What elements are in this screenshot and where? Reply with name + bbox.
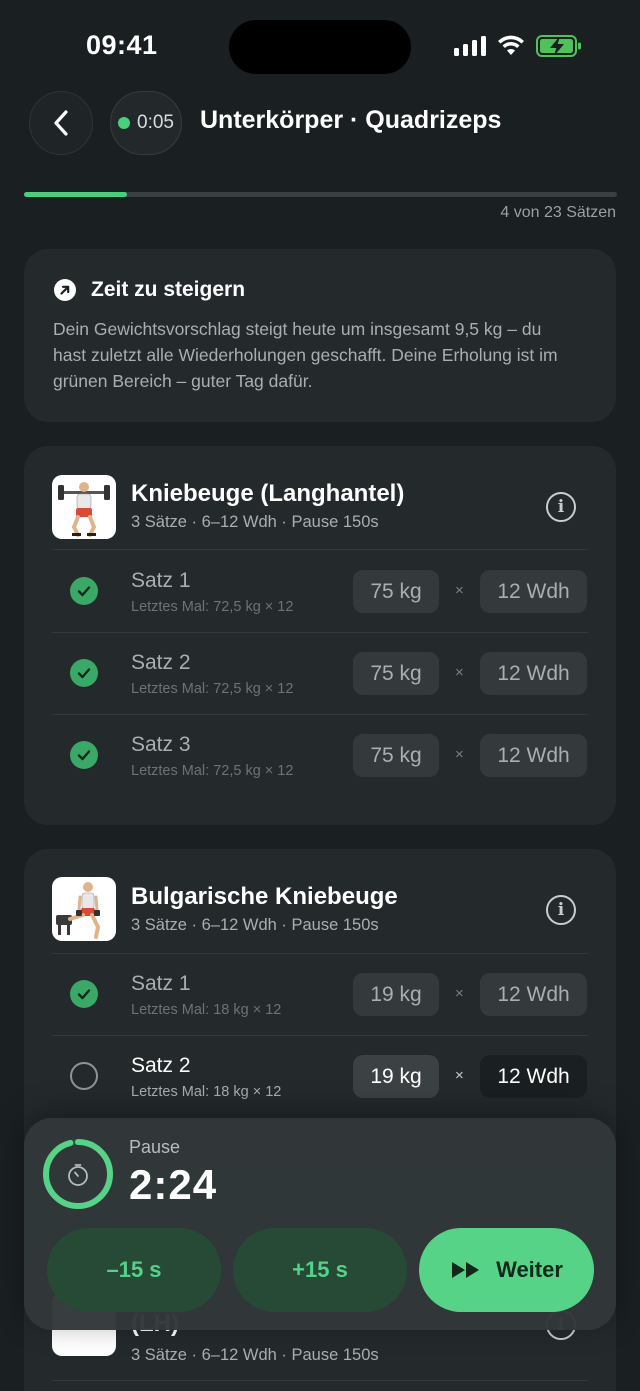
suggestion-title: Zeit zu steigern: [91, 278, 246, 301]
exercise-thumbnail: [52, 877, 116, 941]
set-label: Satz 1: [131, 972, 191, 995]
set-row[interactable]: Satz 3 Letztes Mal: 72,5 kg × 12 75 kg ×…: [24, 714, 616, 796]
exercise-name: Bulgarische Kniebeuge: [131, 883, 398, 910]
info-icon: i: [557, 497, 565, 517]
weight-field[interactable]: 19 kg: [353, 973, 439, 1016]
minus-15s-button[interactable]: –15 s: [47, 1228, 221, 1312]
set-open-circle-icon[interactable]: [70, 1062, 98, 1090]
set-label: Satz 1: [131, 569, 191, 592]
arrow-up-right-icon: [54, 279, 76, 301]
times-separator: ×: [455, 582, 464, 599]
set-last-time: Letztes Mal: 72,5 kg × 12: [131, 763, 294, 779]
set-done-checkmark-icon[interactable]: [70, 659, 98, 687]
status-time: 09:41: [86, 30, 158, 60]
wifi-icon: [498, 35, 524, 55]
status-bar: 09:41: [0, 0, 640, 90]
exercise-meta: 3 Sätze · 6–12 Wdh · Pause 150s: [131, 916, 379, 934]
workout-progress-bar: [24, 192, 617, 197]
back-button[interactable]: [29, 91, 93, 155]
elapsed-time: 0:05: [137, 112, 174, 133]
divider: [52, 1380, 588, 1381]
progress-label: 4 von 23 Sätzen: [500, 204, 616, 221]
set-done-checkmark-icon[interactable]: [70, 741, 98, 769]
set-last-time: Letztes Mal: 18 kg × 12: [131, 1002, 282, 1018]
set-last-time: Letztes Mal: 72,5 kg × 12: [131, 681, 294, 697]
set-row[interactable]: Satz 2 Letztes Mal: 72,5 kg × 12 75 kg ×…: [24, 632, 616, 714]
continue-button[interactable]: Weiter: [419, 1228, 594, 1312]
page-title: Unterkörper · Quadrizeps: [200, 106, 502, 134]
times-separator: ×: [455, 746, 464, 763]
suggestion-card: Zeit zu steigern Dein Gewichtsvorschlag …: [24, 249, 616, 422]
progress-fill: [24, 192, 128, 197]
battery-charging-icon: [536, 35, 581, 57]
stopwatch-icon: [68, 1164, 88, 1186]
plus-15s-button[interactable]: +15 s: [233, 1228, 407, 1312]
exercise-info-button[interactable]: i: [546, 492, 576, 522]
weight-field[interactable]: 75 kg: [353, 652, 439, 695]
times-separator: ×: [455, 1067, 464, 1084]
reps-field[interactable]: 12 Wdh: [480, 652, 587, 695]
set-done-checkmark-icon[interactable]: [70, 980, 98, 1008]
set-label: Satz 2: [131, 1054, 191, 1077]
info-icon: i: [557, 900, 565, 920]
set-row[interactable]: Satz 1 Letztes Mal: 18 kg × 12 19 kg × 1…: [24, 953, 616, 1035]
rest-timer-panel: Pause 2:24 –15 s +15 s Weiter: [24, 1118, 616, 1330]
recording-dot-icon: [118, 117, 130, 129]
elapsed-timer[interactable]: 0:05: [110, 91, 182, 155]
dynamic-island: [229, 20, 411, 74]
set-label: Satz 3: [131, 733, 191, 756]
weight-field[interactable]: 75 kg: [353, 570, 439, 613]
set-last-time: Letztes Mal: 18 kg × 12: [131, 1084, 282, 1100]
reps-field[interactable]: 12 Wdh: [480, 973, 587, 1016]
exercise-meta: 3 Sätze · 6–12 Wdh · Pause 150s: [131, 1346, 379, 1364]
rest-progress-ring: [43, 1139, 113, 1209]
set-last-time: Letztes Mal: 72,5 kg × 12: [131, 599, 294, 615]
cellular-signal-icon: [454, 36, 486, 56]
exercise-card: Kniebeuge (Langhantel) 3 Sätze · 6–12 Wd…: [24, 446, 616, 825]
exercise-meta: 3 Sätze · 6–12 Wdh · Pause 150s: [131, 513, 379, 531]
times-separator: ×: [455, 985, 464, 1002]
set-row-active[interactable]: Satz 2 Letztes Mal: 18 kg × 12 19 kg × 1…: [24, 1035, 616, 1117]
rest-label: Pause: [129, 1137, 181, 1157]
reps-field[interactable]: 12 Wdh: [480, 734, 587, 777]
exercise-thumbnail: [52, 475, 116, 539]
fast-forward-icon: [452, 1262, 480, 1278]
weight-field[interactable]: 75 kg: [353, 734, 439, 777]
suggestion-text: Dein Gewichtsvorschlag steigt heute um i…: [53, 319, 558, 391]
exercise-name: Kniebeuge (Langhantel): [131, 480, 405, 507]
reps-field[interactable]: 12 Wdh: [480, 570, 587, 613]
times-separator: ×: [455, 664, 464, 681]
set-row[interactable]: Satz 1 Letztes Mal: 72,5 kg × 12 75 kg ×…: [24, 550, 616, 632]
continue-label: Weiter: [496, 1257, 563, 1282]
chevron-left-icon: [54, 110, 68, 136]
set-done-checkmark-icon[interactable]: [70, 577, 98, 605]
set-label: Satz 2: [131, 651, 191, 674]
rest-countdown: 2:24: [129, 1161, 218, 1208]
exercise-info-button[interactable]: i: [546, 895, 576, 925]
reps-field[interactable]: 12 Wdh: [480, 1055, 587, 1098]
weight-field[interactable]: 19 kg: [353, 1055, 439, 1098]
